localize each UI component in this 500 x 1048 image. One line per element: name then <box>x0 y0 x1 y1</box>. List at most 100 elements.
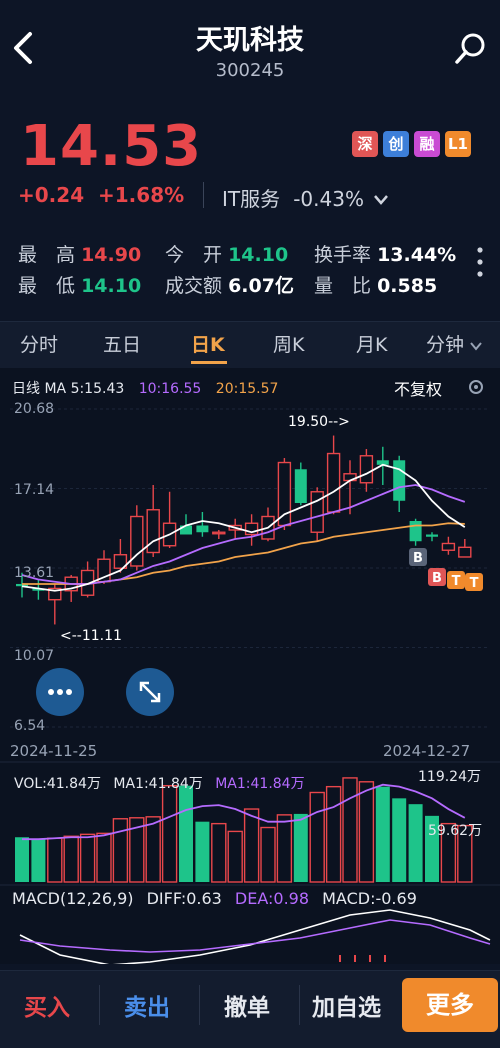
volume-bar <box>211 822 227 883</box>
chevron-down-icon <box>470 342 482 351</box>
current-price: 14.53 <box>20 114 203 179</box>
y-tick-5: 6.54 <box>14 718 46 734</box>
vol-y-max: 119.24万 <box>418 769 481 785</box>
horizontal-dots-icon <box>48 689 72 695</box>
stat-volratio-label: 量 比 <box>314 275 372 297</box>
badge-shen: 深 <box>352 131 378 157</box>
y-tick-3: 13.61 <box>14 565 55 581</box>
volume-bar <box>276 814 293 883</box>
stat-open-value: 14.10 <box>228 244 289 266</box>
volume-bar <box>375 786 390 882</box>
vertical-dots-icon <box>477 247 483 277</box>
macd-dea: DEA:0.98 <box>234 889 310 908</box>
stat-low-value: 14.10 <box>81 275 142 297</box>
volume-bar <box>293 813 308 882</box>
macd-legend: MACD(12,26,9) DIFF:0.63 DEA:0.98 MACD:-0… <box>12 889 417 908</box>
sector-change: -0.43% <box>293 187 364 211</box>
buy-button[interactable]: 买入 <box>24 988 70 1022</box>
more-actions-button[interactable]: 更多 <box>402 978 498 1032</box>
divider <box>299 985 300 1025</box>
candle-body <box>277 461 292 527</box>
end-date: 2024-12-27 <box>383 742 471 760</box>
volume-bar <box>161 784 178 883</box>
stat-amount-value: 6.07亿 <box>228 275 294 297</box>
volume-bar <box>408 804 423 882</box>
adjust-selector[interactable]: 不复权 <box>394 376 442 400</box>
add-watchlist-button[interactable]: 加自选 <box>312 988 381 1022</box>
stat-volratio: 量 比 0.585 <box>314 271 437 298</box>
divider <box>199 985 200 1025</box>
volume-bar <box>243 808 260 883</box>
stat-high: 最 高 14.90 <box>18 240 141 267</box>
y-tick-2: 17.14 <box>14 482 55 498</box>
badge-rong: 融 <box>414 131 440 157</box>
stat-amount-label: 成交额 <box>165 275 223 297</box>
volume-bar <box>47 837 63 883</box>
tab-weekly-k[interactable]: 周K <box>273 330 304 357</box>
chart-tab-bar <box>0 321 500 369</box>
volume-bar <box>260 826 276 883</box>
more-stats-button[interactable] <box>472 244 488 284</box>
expand-icon <box>139 681 161 703</box>
price-change-pct: +1.68% <box>98 183 185 207</box>
stat-low-label: 最 低 <box>18 275 76 297</box>
stock-name: 天玑科技 <box>196 25 304 56</box>
stat-turnover-value: 13.44% <box>377 244 457 266</box>
price-change: +0.24 <box>18 183 85 207</box>
candle-body <box>212 531 226 535</box>
vol-ma2: MA1:41.84万 <box>215 776 305 792</box>
tab-timeshare[interactable]: 分时 <box>20 330 58 357</box>
candle-body <box>196 525 209 533</box>
stat-turnover-label: 换手率 <box>314 244 372 266</box>
sell-button[interactable]: 卖出 <box>124 988 170 1022</box>
candle-body <box>294 469 307 504</box>
chart-legend: 日线 MA 5:15.43 10:16.55 20:15.57 <box>12 378 278 398</box>
tab-five-day[interactable]: 五日 <box>103 330 141 357</box>
volume-bar <box>342 777 358 883</box>
stat-turnover: 换手率 13.44% <box>314 240 456 267</box>
volume-bar <box>63 835 79 883</box>
chart-more-button[interactable] <box>36 668 84 716</box>
candle-body <box>426 534 438 537</box>
kline-chart: BB T T <box>0 408 500 966</box>
volume-bar <box>112 818 129 883</box>
candle-body <box>359 455 374 484</box>
stat-open-label: 今 开 <box>165 244 223 266</box>
trade-marker-label: T <box>470 576 479 591</box>
stat-high-label: 最 高 <box>18 244 76 266</box>
candle-body <box>146 509 160 554</box>
legend-ma20: 20:15.57 <box>215 381 279 397</box>
tab-daily-k[interactable]: 日K <box>191 330 225 357</box>
tab-monthly-k[interactable]: 月K <box>356 330 387 357</box>
y-tick-4: 10.07 <box>14 648 55 664</box>
kline-chart-area[interactable]: BBTT <box>0 368 500 966</box>
volume-bar <box>15 837 29 882</box>
macd-diff: DIFF:0.63 <box>146 889 222 908</box>
sector-name: IT服务 <box>222 187 281 211</box>
search-button[interactable] <box>452 30 490 68</box>
stat-low: 最 低 14.10 <box>18 271 141 298</box>
stat-amount: 成交额 6.07亿 <box>165 271 294 298</box>
gear-icon <box>469 380 483 394</box>
vol-label: VOL:41.84万 <box>14 776 101 792</box>
volume-bar <box>325 785 342 883</box>
vol-y-mid: 59.62万 <box>428 823 483 839</box>
volume-bar <box>96 832 112 883</box>
candle-body <box>326 452 341 513</box>
tab-minute[interactable]: 分钟 <box>426 330 482 357</box>
trade-marker-label: B <box>413 551 423 566</box>
macd-value: MACD:-0.69 <box>322 889 417 908</box>
volume-bar <box>309 791 325 883</box>
low-annotation: <--11.11 <box>60 628 122 644</box>
stat-open: 今 开 14.10 <box>165 240 288 267</box>
chart-settings-button[interactable] <box>466 377 486 401</box>
macd-label: MACD(12,26,9) <box>12 889 134 908</box>
volume-bar <box>145 816 161 883</box>
search-icon <box>455 33 485 64</box>
sector-link[interactable]: IT服务 -0.43% <box>222 183 407 211</box>
trade-marker-label: B <box>432 571 442 586</box>
fullscreen-button[interactable] <box>126 668 174 716</box>
cancel-order-button[interactable]: 撤单 <box>224 988 270 1022</box>
badge-chuang: 创 <box>383 131 409 157</box>
volume-bar <box>31 839 46 882</box>
